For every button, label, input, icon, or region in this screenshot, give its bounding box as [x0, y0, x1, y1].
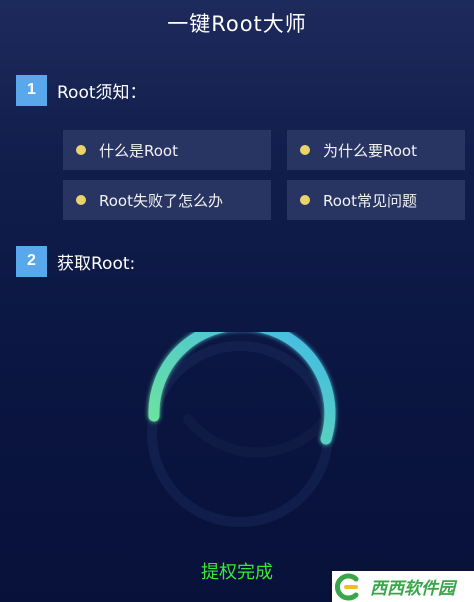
root-faq-label: Root常见问题 — [323, 191, 417, 210]
bullet-dot-icon — [300, 195, 310, 205]
root-failed-label: Root失败了怎么办 — [99, 191, 223, 210]
root-faq-button[interactable]: Root常见问题 — [287, 180, 465, 220]
watermark: 西西软件园 — [332, 571, 474, 602]
ring-gap-shadow — [183, 414, 331, 458]
why-root-button[interactable]: 为什么要Root — [287, 130, 465, 170]
root-failed-button[interactable]: Root失败了怎么办 — [63, 180, 271, 220]
step-1-label: Root须知： — [57, 82, 147, 103]
bullet-dot-icon — [300, 145, 310, 155]
watermark-text: 西西软件园 — [370, 579, 455, 598]
step-2-badge: 2 — [16, 245, 47, 277]
cr173-logo-icon — [335, 573, 359, 601]
what-is-root-label: 什么是Root — [99, 141, 178, 160]
bullet-dot-icon — [76, 195, 86, 205]
ring-track — [147, 341, 333, 527]
step-1-header: 1 Root须知： — [16, 74, 147, 106]
app-title: 一键Root大师 — [167, 12, 307, 36]
what-is-root-button[interactable]: 什么是Root — [63, 130, 271, 170]
root-progress-ring — [147, 332, 336, 527]
step-1-badge: 1 — [16, 74, 47, 106]
why-root-label: 为什么要Root — [323, 141, 417, 160]
bullet-dot-icon — [76, 145, 86, 155]
step-2-label: 获取Root: — [57, 253, 136, 274]
step-2-header: 2 获取Root: — [16, 245, 135, 277]
